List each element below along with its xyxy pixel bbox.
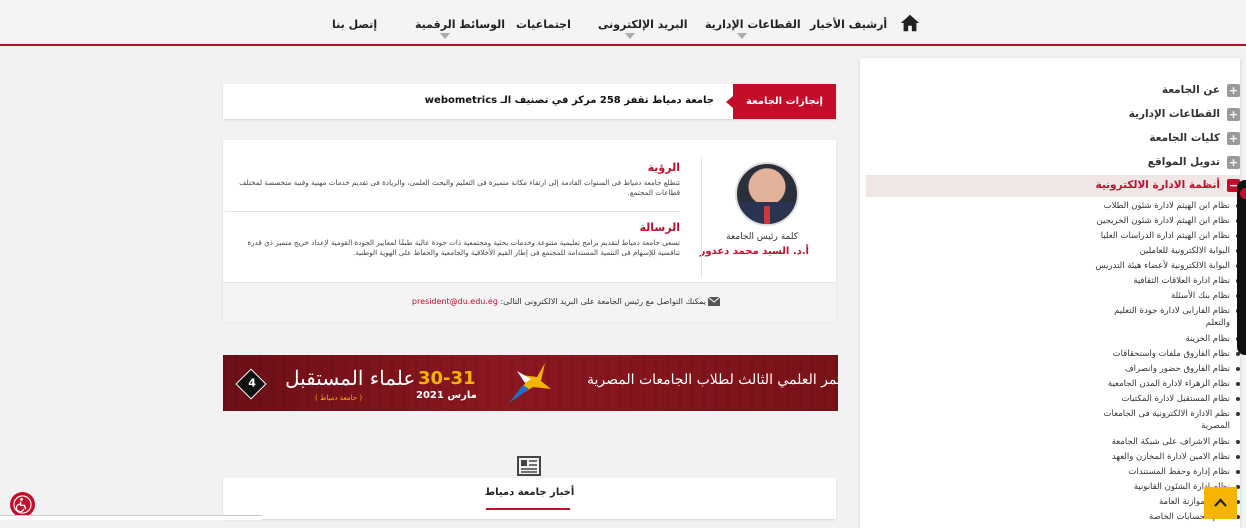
- mission-text: تسعى جامعة دمياط لتقديم برامج تعليمية مت…: [247, 238, 680, 257]
- sidebar-item-label: القطاعات الإدارية: [1128, 108, 1220, 120]
- news-ticker: إنجازات الجامعة جامعة دمياط تقفز 258 مرك…: [223, 84, 836, 119]
- divider: [225, 211, 680, 212]
- envelope-icon: [708, 297, 720, 306]
- nav-item-social[interactable]: اجتماعيات: [516, 18, 571, 31]
- ticker-arrow-icon: [726, 96, 733, 108]
- sidebar: + عن الجامعة + القطاعات الإدارية + كليات…: [860, 58, 1240, 528]
- president-caption: كلمة رئيس الجامعة: [726, 232, 798, 242]
- chevron-down-icon: [440, 33, 450, 39]
- contact-text: يمكنك التواصل مع رئيس الجامعة على البريد…: [412, 297, 706, 306]
- contact-label: يمكنك التواصل مع رئيس الجامعة على البريد…: [497, 297, 706, 306]
- conference-banner[interactable]: المؤتمر العلمي الثالث لطلاب الجامعات الم…: [223, 355, 838, 411]
- plus-icon: +: [1227, 156, 1240, 169]
- sidebar-item-internationalization[interactable]: + تدويل المواقع: [866, 152, 1240, 174]
- president-panel: كلمة رئيس الجامعة أ.د. السيد محمد دعدور …: [223, 140, 836, 322]
- star-logo-icon: [509, 363, 551, 403]
- scroll-to-top-button[interactable]: [1204, 487, 1237, 519]
- vision-text: تتطلع جامعة دمياط فى السنوات القادمة إلى…: [239, 178, 680, 197]
- chevron-down-icon: [625, 33, 635, 39]
- sidebar-item-faculties[interactable]: + كليات الجامعة: [866, 128, 1240, 150]
- news-section-title[interactable]: أخبار جامعة دمياط: [223, 487, 836, 498]
- news-section: أخبار جامعة دمياط: [223, 478, 836, 519]
- banner-main-title: علماء المستقبل: [285, 366, 416, 390]
- ticker-headline[interactable]: جامعة دمياط تقفز 258 مركز في تصنيف الـ w…: [425, 95, 714, 106]
- plus-icon: +: [1227, 108, 1240, 121]
- nav-item-admin-sectors[interactable]: القطاعات الإدارية: [705, 18, 801, 31]
- chevron-down-icon: [737, 33, 747, 39]
- home-icon[interactable]: [899, 12, 921, 34]
- accessibility-button[interactable]: [10, 492, 35, 517]
- divider: [701, 158, 702, 278]
- sidebar-item-label: تدويل المواقع: [1147, 156, 1220, 168]
- vision-title: الرؤية: [647, 161, 680, 174]
- side-widget-tab[interactable]: [1237, 180, 1246, 355]
- nav-item-email[interactable]: البريد الإلكترونى: [598, 18, 687, 31]
- banner-conference-title: المؤتمر العلمي الثالث لطلاب الجامعات الم…: [587, 372, 838, 388]
- chevron-up-icon: [1214, 498, 1227, 507]
- sidebar-item-about[interactable]: + عن الجامعة: [866, 80, 1240, 102]
- mission-title: الرسالة: [639, 221, 681, 234]
- sidebar-item-label: كليات الجامعة: [1149, 132, 1220, 144]
- wheelchair-icon: [13, 495, 32, 514]
- sidebar-item-label: أنظمة الادارة الالكترونية: [1095, 179, 1220, 191]
- president-email-link[interactable]: president@du.edu.eg: [412, 297, 498, 306]
- contact-footer: يمكنك التواصل مع رئيس الجامعة على البريد…: [223, 282, 836, 322]
- top-navigation: أرشيف الأخبار القطاعات الإدارية البريد ا…: [0, 0, 1246, 46]
- ticker-label: إنجازات الجامعة: [733, 84, 836, 119]
- president-photo: [735, 162, 799, 226]
- status-strip: [0, 515, 262, 520]
- newspaper-icon: [517, 456, 541, 476]
- nav-item-digital-media[interactable]: الوسائط الرقمية: [415, 18, 505, 31]
- president-name[interactable]: أ.د. السيد محمد دعدور: [700, 246, 809, 257]
- banner-subtitle: ( جامعة دمياط ): [315, 394, 363, 402]
- nav-divider: [0, 44, 1246, 46]
- sidebar-item-admin-sectors[interactable]: + القطاعات الإدارية: [866, 104, 1240, 126]
- sidebar-item-label: عن الجامعة: [1161, 84, 1220, 96]
- nav-item-contact[interactable]: إتصل بنا: [332, 18, 377, 31]
- plus-icon: +: [1227, 84, 1240, 97]
- banner-month: مارس 2021: [416, 390, 477, 401]
- plus-icon: +: [1227, 132, 1240, 145]
- nav-item-news-archive[interactable]: أرشيف الأخبار: [810, 18, 887, 31]
- sidebar-item-e-management[interactable]: − أنظمة الادارة الالكترونية: [866, 175, 1240, 197]
- title-underline: [486, 508, 570, 510]
- banner-edition-number: 4: [248, 376, 256, 390]
- banner-dates: 30-31: [418, 368, 476, 389]
